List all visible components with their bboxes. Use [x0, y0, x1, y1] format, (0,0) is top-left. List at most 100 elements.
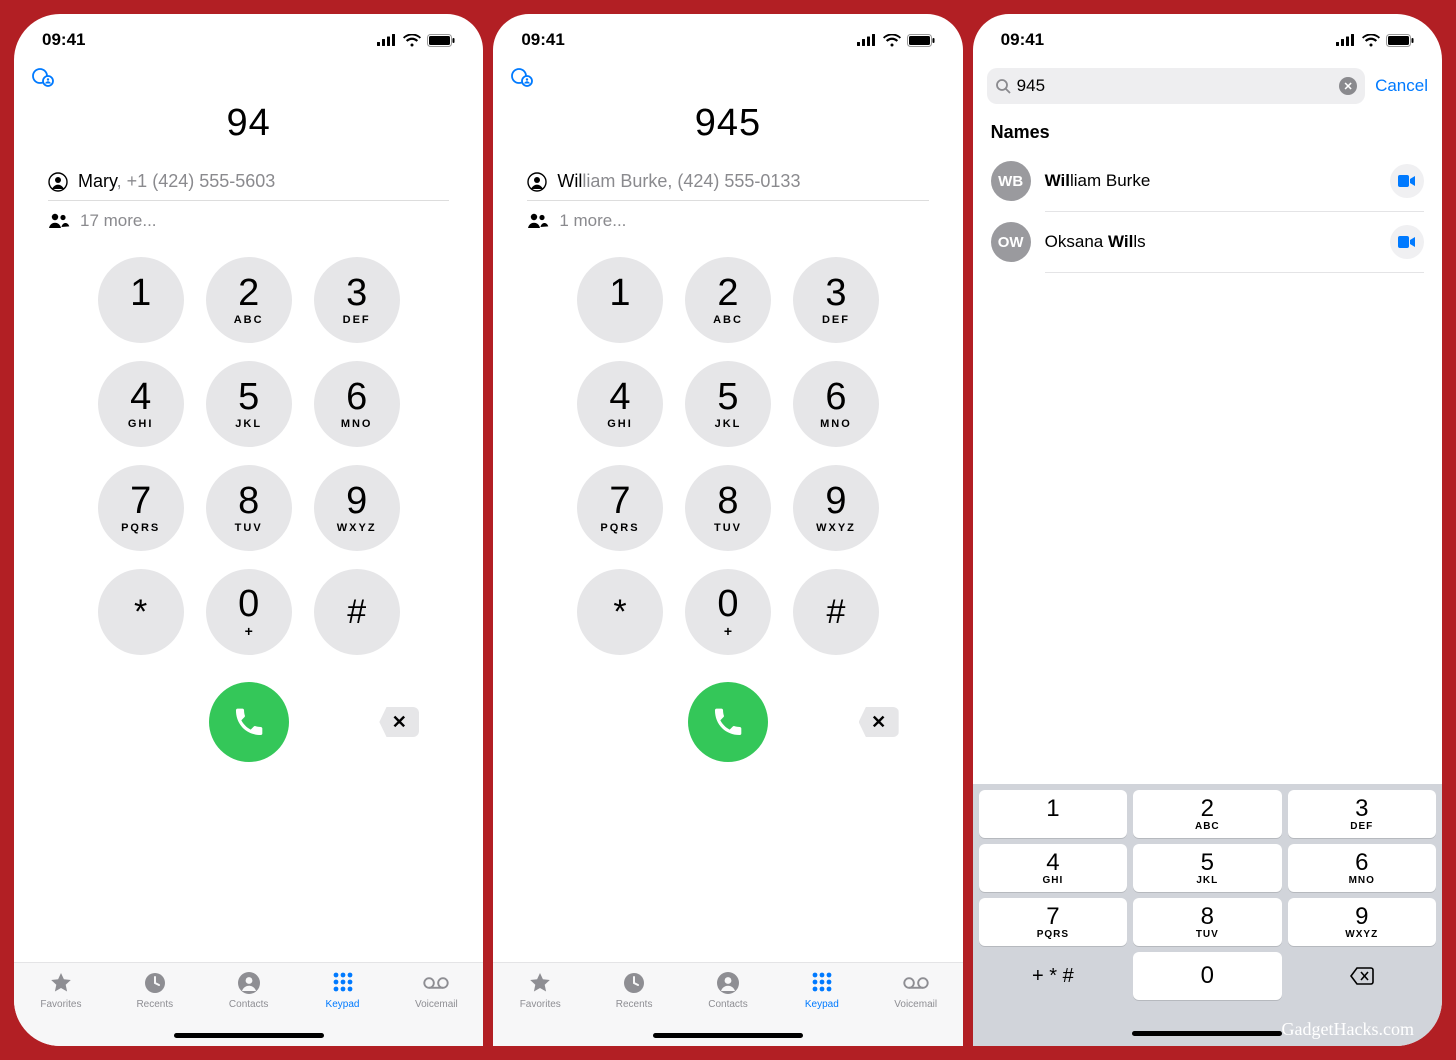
dial-pad: 1 2ABC 3DEF 4GHI 5JKL 6MNO 7PQRS 8TUV 9W…	[577, 257, 879, 655]
people-icon	[527, 212, 549, 230]
key-hash[interactable]: #	[314, 569, 400, 655]
status-time: 09:41	[521, 30, 564, 50]
kb-6[interactable]: 6MNO	[1288, 844, 1436, 892]
clear-search-button[interactable]: ✕	[1339, 77, 1357, 95]
kb-8[interactable]: 8TUV	[1133, 898, 1281, 946]
x-icon: ✕	[1343, 80, 1352, 93]
cellular-icon	[857, 34, 877, 46]
kb-2[interactable]: 2ABC	[1133, 790, 1281, 838]
search-input[interactable]	[1017, 76, 1333, 96]
backspace-button[interactable]: ✕	[379, 707, 419, 737]
key-6[interactable]: 6MNO	[793, 361, 879, 447]
key-star[interactable]: *	[98, 569, 184, 655]
more-suggestions[interactable]: 1 more...	[527, 201, 928, 231]
cancel-button[interactable]: Cancel	[1375, 76, 1428, 96]
tab-favorites[interactable]: Favorites	[25, 971, 97, 1010]
key-2[interactable]: 2ABC	[685, 257, 771, 343]
key-star[interactable]: *	[577, 569, 663, 655]
home-indicator[interactable]	[174, 1033, 324, 1038]
dial-pad: 1 2ABC 3DEF 4GHI 5JKL 6MNO 7PQRS 8TUV 9W…	[98, 257, 400, 655]
star-icon	[48, 971, 74, 995]
key-hash[interactable]: #	[793, 569, 879, 655]
key-2[interactable]: 2ABC	[206, 257, 292, 343]
battery-icon	[1386, 34, 1414, 47]
wifi-icon	[403, 34, 421, 47]
tab-voicemail[interactable]: Voicemail	[880, 971, 952, 1010]
key-0[interactable]: 0+	[206, 569, 292, 655]
search-result[interactable]: WB William Burke	[973, 151, 1442, 211]
call-button[interactable]	[688, 682, 768, 762]
status-icons	[377, 34, 455, 47]
clock-icon	[142, 971, 168, 995]
kb-0[interactable]: 0	[1133, 952, 1281, 1000]
result-name: Oksana Wills	[1045, 232, 1376, 252]
tab-recents[interactable]: Recents	[598, 971, 670, 1010]
tab-keypad[interactable]: Keypad	[786, 971, 858, 1010]
kb-3[interactable]: 3DEF	[1288, 790, 1436, 838]
key-5[interactable]: 5JKL	[206, 361, 292, 447]
tab-contacts[interactable]: Contacts	[213, 971, 285, 1010]
home-indicator[interactable]	[653, 1033, 803, 1038]
tab-recents[interactable]: Recents	[119, 971, 191, 1010]
kb-symbols[interactable]: + * #	[979, 952, 1127, 1000]
dialed-number: 94	[14, 102, 483, 145]
suggestion-text: William Burke, (424) 555-0133	[557, 171, 800, 192]
avatar: OW	[991, 222, 1031, 262]
key-0[interactable]: 0+	[685, 569, 771, 655]
cellular-icon	[377, 34, 397, 46]
people-icon	[48, 212, 70, 230]
divider	[1045, 272, 1424, 273]
dial-suggestion[interactable]: Mary, +1 (424) 555-5603	[48, 163, 449, 201]
kb-5[interactable]: 5JKL	[1133, 844, 1281, 892]
key-4[interactable]: 4GHI	[98, 361, 184, 447]
more-suggestions[interactable]: 17 more...	[48, 201, 449, 231]
suggestion-text: Mary, +1 (424) 555-5603	[78, 171, 275, 192]
backspace-icon	[1350, 967, 1374, 985]
status-bar: 09:41	[14, 14, 483, 66]
more-text: 17 more...	[80, 211, 157, 231]
battery-icon	[907, 34, 935, 47]
kb-7[interactable]: 7PQRS	[979, 898, 1127, 946]
key-8[interactable]: 8TUV	[685, 465, 771, 551]
search-result[interactable]: OW Oksana Wills	[973, 212, 1442, 272]
kb-backspace[interactable]	[1288, 952, 1436, 1000]
kb-9[interactable]: 9WXYZ	[1288, 898, 1436, 946]
dial-suggestion[interactable]: William Burke, (424) 555-0133	[527, 163, 928, 201]
search-field[interactable]: ✕	[987, 68, 1365, 104]
tab-contacts[interactable]: Contacts	[692, 971, 764, 1010]
facetime-badge-icon	[14, 66, 483, 94]
kb-1[interactable]: 1	[979, 790, 1127, 838]
home-indicator[interactable]	[1132, 1031, 1282, 1036]
kb-4[interactable]: 4GHI	[979, 844, 1127, 892]
keypad-icon	[809, 971, 835, 995]
person-circle-icon	[527, 172, 547, 192]
key-3[interactable]: 3DEF	[793, 257, 879, 343]
key-6[interactable]: 6MNO	[314, 361, 400, 447]
wifi-icon	[883, 34, 901, 47]
video-call-button[interactable]	[1390, 164, 1424, 198]
key-4[interactable]: 4GHI	[577, 361, 663, 447]
avatar: WB	[991, 161, 1031, 201]
status-bar: 09:41	[493, 14, 962, 66]
key-7[interactable]: 7PQRS	[98, 465, 184, 551]
key-5[interactable]: 5JKL	[685, 361, 771, 447]
tab-voicemail[interactable]: Voicemail	[400, 971, 472, 1010]
video-call-button	[1390, 225, 1424, 259]
backspace-button[interactable]: ✕	[859, 707, 899, 737]
person-icon	[236, 971, 262, 995]
key-8[interactable]: 8TUV	[206, 465, 292, 551]
key-3[interactable]: 3DEF	[314, 257, 400, 343]
tab-keypad[interactable]: Keypad	[307, 971, 379, 1010]
watermark: GadgetHacks.com	[1282, 1019, 1414, 1040]
key-1[interactable]: 1	[577, 257, 663, 343]
key-9[interactable]: 9WXYZ	[314, 465, 400, 551]
key-7[interactable]: 7PQRS	[577, 465, 663, 551]
call-button[interactable]	[209, 682, 289, 762]
key-1[interactable]: 1	[98, 257, 184, 343]
tab-favorites[interactable]: Favorites	[504, 971, 576, 1010]
key-9[interactable]: 9WXYZ	[793, 465, 879, 551]
video-icon	[1398, 235, 1416, 249]
keypad-screen-1: 09:41 94 Mary, +1 (424) 555-5603 17 more…	[14, 14, 483, 1046]
search-icon	[995, 78, 1011, 94]
phone-icon	[711, 705, 745, 739]
